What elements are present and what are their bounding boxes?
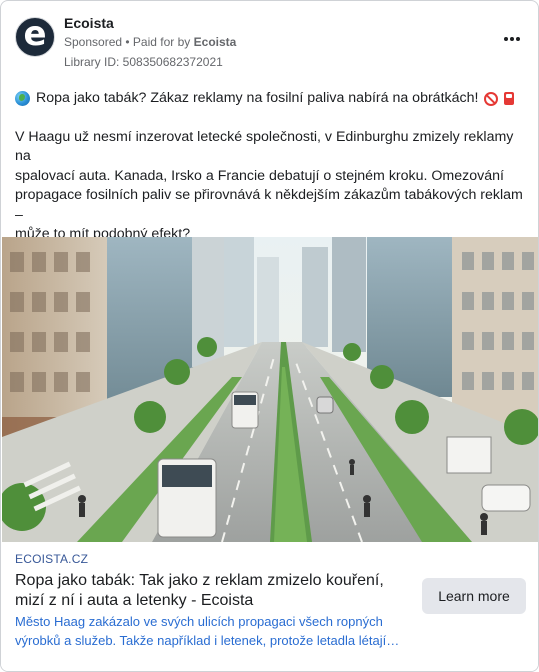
globe-icon (15, 91, 30, 107)
learn-more-button[interactable]: Learn more (422, 578, 526, 614)
no-entry-icon (484, 91, 499, 106)
link-preview[interactable]: ECOISTA.CZ Ropa jako tabák: Tak jako z r… (1, 542, 538, 671)
post-line: spalovací auta. Kanada, Irsko a Francie … (15, 167, 504, 184)
post-line: propagace fosilních paliv se přirovnává … (15, 187, 523, 223)
post-text: Ropa jako tabák? Zákaz reklamy na fosiln… (15, 89, 524, 261)
ad-card: e Ecoista Sponsored • Paid for by Ecoist… (0, 0, 539, 672)
more-options-icon[interactable] (500, 29, 524, 49)
paid-for-prefix: • Paid for by (125, 35, 191, 49)
link-title[interactable]: Ropa jako tabák: Tak jako z reklam zmize… (15, 571, 415, 611)
library-id: Library ID: 508350682372021 (64, 55, 223, 69)
sponsored-line: Sponsored • Paid for by Ecoista (64, 35, 236, 49)
city-street-illustration (2, 237, 538, 542)
avatar-letter: e (23, 14, 47, 54)
post-line: V Haagu už nesmí inzerovat letecké spole… (15, 128, 514, 165)
advertiser-name[interactable]: Ecoista (64, 15, 114, 31)
post-headline-row: Ropa jako tabák? Zákaz reklamy na fosiln… (15, 89, 524, 109)
link-description[interactable]: Město Haag zakázalo ve svých ulicích pro… (15, 612, 425, 650)
ad-header: e Ecoista Sponsored • Paid for by Ecoist… (13, 13, 526, 73)
ad-image[interactable] (2, 237, 538, 542)
paid-for-name: Ecoista (193, 35, 237, 49)
link-domain[interactable]: ECOISTA.CZ (15, 552, 88, 566)
advertiser-avatar[interactable]: e (15, 17, 55, 57)
post-headline: Ropa jako tabák? Zákaz reklamy na fosiln… (36, 90, 479, 106)
sponsored-label: Sponsored (64, 35, 123, 49)
fuel-pump-icon (504, 92, 515, 106)
